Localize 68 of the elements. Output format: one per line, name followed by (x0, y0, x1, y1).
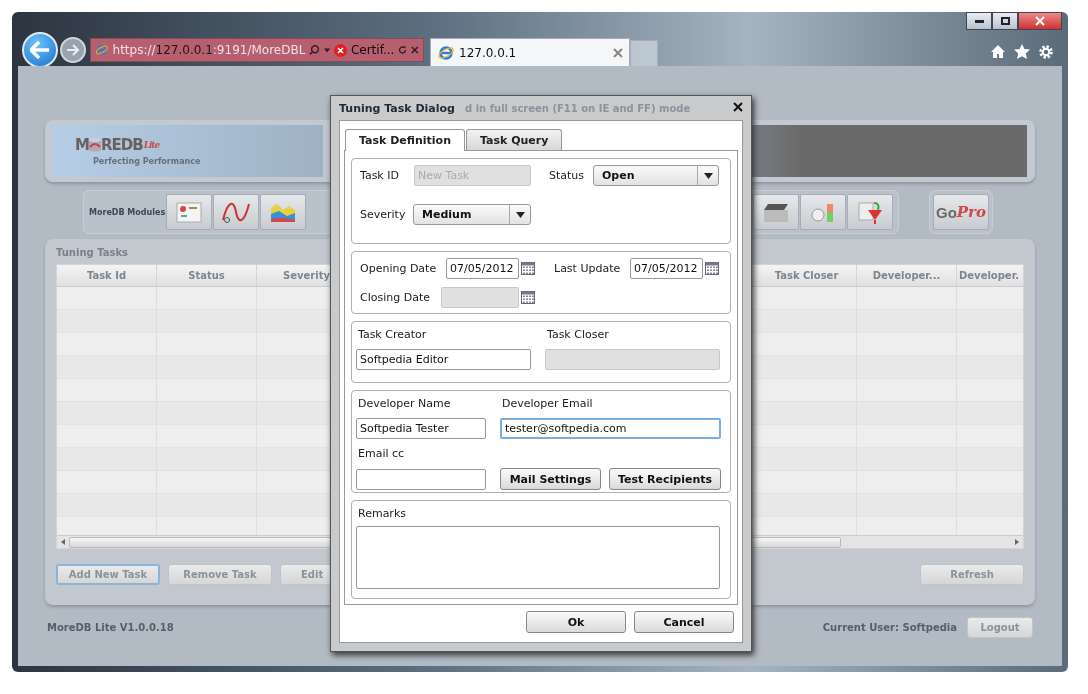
calendar-icon[interactable] (521, 291, 535, 304)
text-field[interactable]: 07/05/2012 (446, 258, 519, 279)
star-icon[interactable] (1014, 44, 1030, 59)
close-icon[interactable] (733, 101, 743, 112)
tab[interactable]: Task Query (465, 129, 563, 150)
minimize-icon (974, 19, 984, 23)
field-label: Last Update (553, 262, 622, 275)
current-user: Current User: Softpedia (822, 622, 957, 633)
module-button[interactable] (213, 194, 259, 230)
browser-tab[interactable]: 127.0.0.1 (430, 38, 630, 66)
caret-icon[interactable] (323, 47, 330, 53)
field-label: Developer Name (357, 397, 452, 410)
field-label: Opening Date (359, 262, 438, 275)
forward-button[interactable] (60, 37, 86, 63)
calendar-icon[interactable] (521, 262, 535, 275)
back-button[interactable] (22, 32, 58, 68)
module-button[interactable] (847, 194, 893, 230)
mail-settings-button[interactable]: Mail Settings (500, 468, 601, 490)
address-bar[interactable]: https://127.0.0.1:9191/MoreDBL Certif... (90, 38, 424, 62)
calendar-icon[interactable] (705, 262, 719, 275)
certificate-error[interactable]: Certif... (350, 43, 395, 57)
arrow-right-icon (66, 44, 80, 56)
dialog-button[interactable]: Ok (526, 611, 626, 633)
version-text: MoreDB Lite V1.0.0.18 (47, 622, 174, 633)
module-button[interactable] (260, 194, 306, 230)
field-label: Closing Date (359, 291, 431, 304)
dialog-title: Tuning Task Dialog (339, 101, 455, 115)
dropdown[interactable]: Medium (413, 204, 531, 225)
refresh-icon[interactable] (398, 44, 408, 56)
tab[interactable]: Task Definition (345, 129, 465, 151)
notice-text: d in full screen (F11 on IE and FF) mode (465, 102, 691, 114)
go-pro-button[interactable]: GoPro (933, 194, 989, 230)
toolbar-label: MoreDB Modules (89, 207, 165, 217)
browser-icon (437, 43, 455, 62)
panel-title: Tuning Tasks (56, 247, 129, 260)
field-label: Status (548, 169, 586, 182)
module-button[interactable] (166, 194, 212, 230)
test-recipients-button[interactable]: Test Recipients (609, 468, 721, 490)
dropdown[interactable]: Open (593, 165, 719, 186)
home-icon[interactable] (990, 44, 1006, 59)
text-field[interactable]: Softpedia Tester (356, 418, 486, 439)
text-field[interactable]: 07/05/2012 (630, 258, 703, 279)
arrow-left-icon (30, 41, 50, 59)
search-icon[interactable] (309, 43, 320, 57)
error-icon[interactable] (333, 43, 347, 57)
field-label: Severity (359, 208, 407, 221)
field-label: Email cc (357, 447, 405, 460)
module-button[interactable] (753, 194, 799, 230)
dialog-button[interactable]: Cancel (634, 611, 734, 633)
field-label: Task Creator (357, 328, 428, 341)
field-label: Task Closer (546, 328, 609, 341)
text-field[interactable]: Softpedia Editor (356, 349, 531, 370)
caret-icon (703, 172, 713, 179)
stop-icon[interactable] (411, 45, 419, 55)
caret-icon (515, 211, 525, 218)
settings-icon[interactable] (1038, 44, 1054, 60)
maximize-button[interactable] (992, 12, 1018, 30)
field-label: Task ID (359, 169, 400, 182)
maximize-icon (1000, 17, 1010, 25)
close-button[interactable] (1018, 12, 1062, 30)
text-field[interactable]: tester@softpedia.com (500, 418, 721, 439)
url-text: https://127.0.0.1:9191/MoreDBL (112, 43, 306, 57)
remarks-field[interactable] (356, 526, 720, 589)
field-label: Remarks (357, 507, 406, 520)
text-field[interactable] (356, 468, 486, 490)
minimize-button[interactable] (966, 12, 992, 30)
field-label: Developer Email (501, 397, 593, 410)
database-icon (88, 137, 101, 153)
